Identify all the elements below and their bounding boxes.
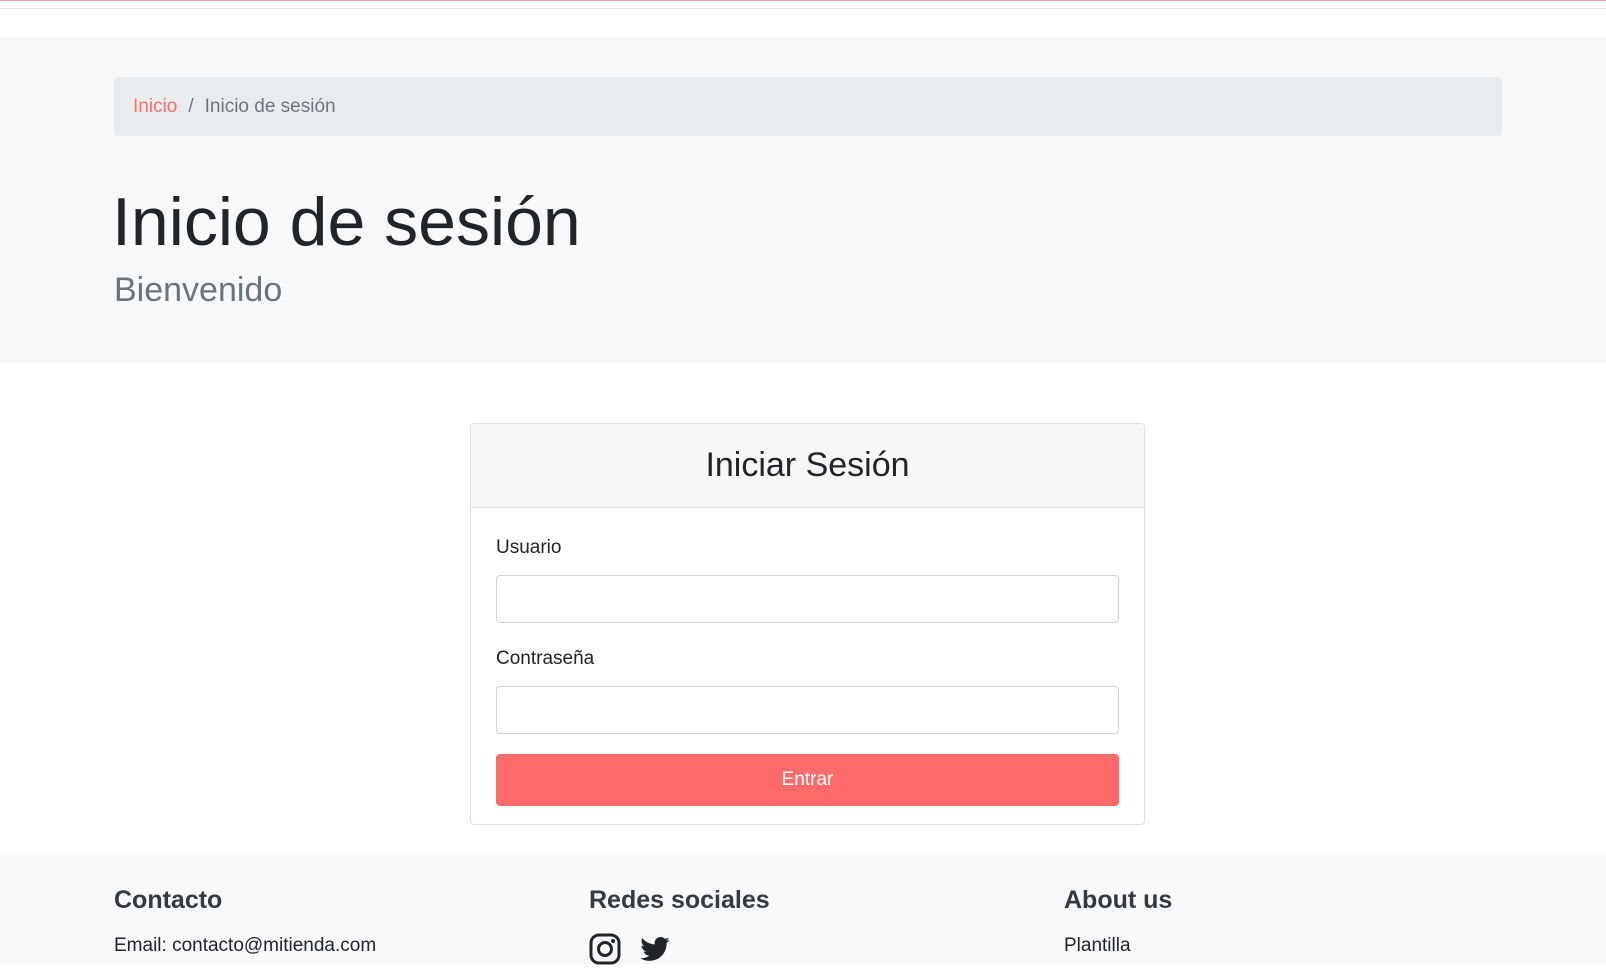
top-divider	[0, 8, 1606, 9]
login-submit-button[interactable]: Entrar	[496, 753, 1119, 806]
login-card-title: Iniciar Sesión	[471, 424, 1144, 508]
footer-contact-email: Email: contacto@mitienda.com	[114, 935, 377, 956]
twitter-icon[interactable]	[639, 933, 671, 965]
footer-social-title: Redes sociales	[589, 886, 770, 914]
password-label: Contraseña	[496, 647, 595, 669]
top-navbar-edge	[0, 0, 1606, 3]
login-form: Usuario Contraseña Entrar	[471, 537, 1144, 806]
password-input[interactable]	[496, 685, 1119, 734]
breadcrumb-home-link[interactable]: Inicio	[133, 96, 177, 118]
instagram-icon[interactable]	[589, 933, 621, 965]
page-subtitle: Bienvenido	[114, 271, 283, 309]
footer-contact: Contacto Email: contacto@mitienda.com	[114, 885, 376, 957]
footer-about-title: About us	[1064, 886, 1173, 914]
footer-about: About us Plantilla	[1064, 885, 1172, 957]
social-links	[589, 933, 770, 965]
login-card: Iniciar Sesión Usuario Contraseña Entrar	[470, 423, 1145, 825]
page-title: Inicio de sesión	[112, 184, 581, 260]
footer-contact-title: Contacto	[114, 886, 223, 914]
username-label: Usuario	[496, 537, 562, 558]
footer: Contacto Email: contacto@mitienda.com Re…	[0, 855, 1606, 965]
breadcrumb-separator: /	[188, 95, 194, 117]
footer-about-text: Plantilla	[1064, 935, 1131, 956]
footer-social: Redes sociales	[589, 885, 770, 965]
breadcrumb: Inicio / Inicio de sesión	[114, 77, 1502, 136]
page-header: Inicio / Inicio de sesión Inicio de sesi…	[0, 37, 1606, 363]
username-input[interactable]	[496, 574, 1119, 623]
breadcrumb-current: Inicio de sesión	[204, 95, 336, 117]
